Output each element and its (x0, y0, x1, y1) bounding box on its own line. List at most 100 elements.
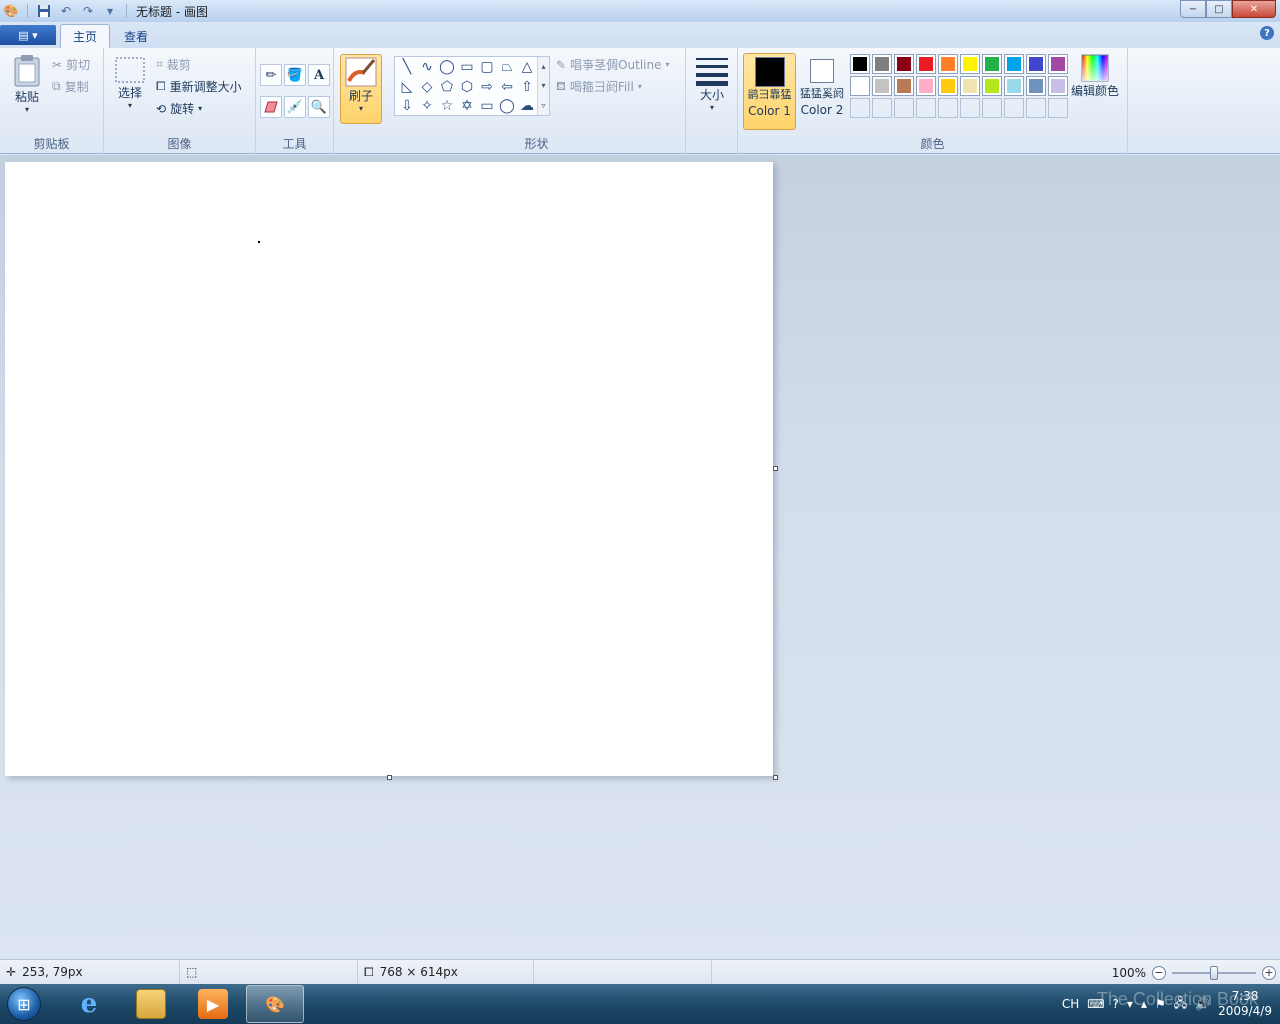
up-arrow-shape-icon[interactable]: ⇧ (517, 77, 537, 97)
minimize-button[interactable]: − (1180, 0, 1206, 18)
network-icon[interactable]: 🖧 (1174, 994, 1187, 1015)
down-arrow-shape-icon[interactable]: ⇩ (397, 96, 417, 116)
zoom-slider-thumb[interactable] (1210, 965, 1218, 980)
palette-swatch[interactable] (850, 54, 870, 74)
undo-icon[interactable]: ↶ (57, 2, 75, 20)
redo-icon[interactable]: ↷ (79, 2, 97, 20)
ime-options-icon[interactable]: ▾ (1127, 997, 1133, 1011)
text-tool-icon[interactable]: A (308, 64, 330, 86)
palette-swatch[interactable] (1048, 54, 1068, 74)
clock[interactable]: 7:38 2009/4/9 (1218, 989, 1272, 1019)
maximize-button[interactable]: □ (1206, 0, 1232, 18)
palette-swatch[interactable] (894, 54, 914, 74)
paint-app-icon[interactable]: 🎨 (2, 2, 20, 20)
palette-swatch[interactable] (872, 76, 892, 96)
fill-button[interactable]: ⛾ 喝箍彐阏Fill ▾ (556, 78, 642, 95)
close-button[interactable]: ✕ (1232, 0, 1276, 18)
color2-button[interactable]: 猛猛奚阏 Color 2 (797, 53, 847, 130)
rounded-rectangle-shape-icon[interactable]: ▢ (477, 57, 497, 77)
palette-custom-slot[interactable] (982, 98, 1002, 118)
palette-swatch[interactable] (916, 76, 936, 96)
color1-button[interactable]: 鹟彐靠猛 Color 1 (743, 53, 796, 130)
start-button[interactable]: ⊞ (0, 984, 48, 1024)
palette-swatch[interactable] (872, 54, 892, 74)
palette-swatch[interactable] (850, 76, 870, 96)
palette-custom-slot[interactable] (872, 98, 892, 118)
scroll-down-icon[interactable]: ▾ (541, 81, 545, 90)
oval-shape-icon[interactable]: ◯ (437, 57, 457, 77)
magnifier-icon[interactable]: 🔍 (308, 96, 330, 118)
curve-shape-icon[interactable]: ∿ (417, 57, 437, 77)
brushes-button[interactable]: 刷子 ▾ (340, 54, 382, 124)
right-triangle-shape-icon[interactable]: ◺ (397, 77, 417, 97)
outline-button[interactable]: ✎ 唱亊茎倜Outline ▾ (556, 56, 670, 73)
size-button[interactable]: 大小 ▾ (694, 56, 730, 112)
hexagon-shape-icon[interactable]: ⬡ (457, 77, 477, 97)
palette-custom-slot[interactable] (938, 98, 958, 118)
edit-colors-button[interactable]: 编辑颜色 (1070, 54, 1120, 99)
resize-handle-right[interactable] (773, 466, 778, 471)
help-tray-icon[interactable]: ? (1113, 997, 1119, 1011)
left-arrow-shape-icon[interactable]: ⇦ (497, 77, 517, 97)
palette-custom-slot[interactable] (1048, 98, 1068, 118)
oval-callout-shape-icon[interactable]: ◯ (497, 96, 517, 116)
taskbar-media-player[interactable]: ▶ (184, 985, 242, 1023)
palette-custom-slot[interactable] (960, 98, 980, 118)
show-hidden-icons[interactable]: ▴ (1141, 997, 1147, 1011)
keyboard-icon[interactable]: ⌨ (1087, 997, 1104, 1011)
palette-swatch[interactable] (982, 76, 1002, 96)
pentagon-shape-icon[interactable]: ⬠ (437, 77, 457, 97)
palette-custom-slot[interactable] (1026, 98, 1046, 118)
palette-swatch[interactable] (938, 76, 958, 96)
palette-swatch[interactable] (1004, 54, 1024, 74)
gallery-scrollbar[interactable]: ▴ ▾ ▿ (537, 57, 549, 115)
volume-icon[interactable]: 🔊 (1195, 997, 1210, 1011)
polygon-shape-icon[interactable]: ⏢ (497, 57, 517, 77)
palette-swatch[interactable] (894, 76, 914, 96)
pencil-icon[interactable]: ✏ (260, 64, 282, 86)
palette-swatch[interactable] (1026, 54, 1046, 74)
copy-button[interactable]: ⧉ 复制 (52, 78, 89, 95)
expand-gallery-icon[interactable]: ▿ (541, 101, 545, 110)
six-point-star-shape-icon[interactable]: ✡ (457, 96, 477, 116)
customize-qat-button[interactable]: ▾ (101, 2, 119, 20)
fill-bucket-icon[interactable]: 🪣 (284, 64, 306, 86)
zoom-slider[interactable] (1172, 965, 1256, 980)
taskbar-internet-explorer[interactable]: e (60, 985, 118, 1023)
save-icon[interactable] (35, 2, 53, 20)
select-button[interactable]: 选择 ▾ (112, 56, 148, 110)
palette-custom-slot[interactable] (894, 98, 914, 118)
language-indicator[interactable]: CH (1062, 997, 1079, 1011)
help-icon[interactable]: ? (1260, 26, 1274, 40)
scroll-up-icon[interactable]: ▴ (541, 62, 545, 71)
palette-swatch[interactable] (1048, 76, 1068, 96)
application-menu-button[interactable]: ▤ ▾ (0, 25, 56, 45)
palette-swatch[interactable] (916, 54, 936, 74)
crop-button[interactable]: ⌗ 裁剪 (156, 56, 191, 73)
color-picker-icon[interactable]: 💉 (284, 96, 306, 118)
right-arrow-shape-icon[interactable]: ⇨ (477, 77, 497, 97)
palette-swatch[interactable] (1004, 76, 1024, 96)
palette-swatch[interactable] (938, 54, 958, 74)
resize-handle-bottom[interactable] (387, 775, 392, 780)
resize-button[interactable]: ⧠ 重新调整大小 (156, 78, 242, 95)
palette-swatch[interactable] (1026, 76, 1046, 96)
zoom-in-button[interactable]: + (1262, 965, 1276, 980)
drawing-canvas[interactable] (5, 162, 773, 776)
four-point-star-shape-icon[interactable]: ✧ (417, 96, 437, 116)
taskbar-windows-explorer[interactable] (122, 985, 180, 1023)
palette-custom-slot[interactable] (916, 98, 936, 118)
triangle-shape-icon[interactable]: △ (517, 57, 537, 77)
palette-custom-slot[interactable] (850, 98, 870, 118)
line-shape-icon[interactable]: ╲ (397, 57, 417, 77)
rotate-button[interactable]: ⟲ 旋转 ▾ (156, 100, 202, 117)
zoom-out-button[interactable]: − (1152, 965, 1166, 980)
palette-custom-slot[interactable] (1004, 98, 1024, 118)
resize-handle-corner[interactable] (773, 775, 778, 780)
cloud-callout-shape-icon[interactable]: ☁ (517, 96, 537, 116)
tab-home[interactable]: 主页 (60, 24, 111, 48)
eraser-icon[interactable] (260, 96, 282, 118)
action-center-flag-icon[interactable]: ⚑ (1155, 997, 1166, 1011)
palette-swatch[interactable] (960, 76, 980, 96)
rounded-callout-shape-icon[interactable]: ▭ (477, 96, 497, 116)
